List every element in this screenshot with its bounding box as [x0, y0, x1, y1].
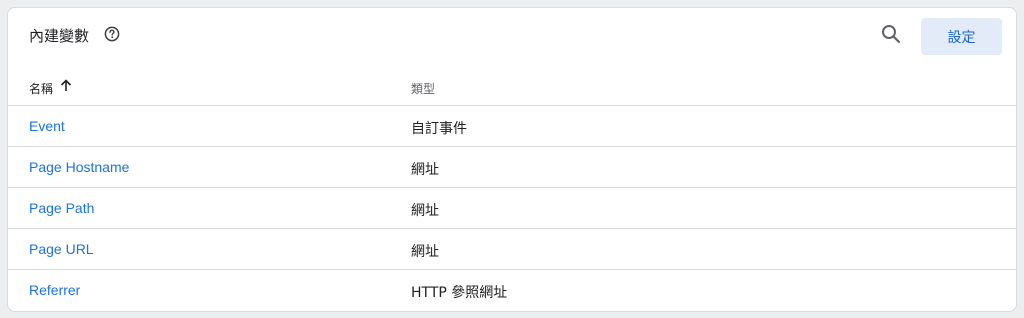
column-header-type: 類型 [411, 82, 436, 96]
card-title: 內建變數 [29, 27, 90, 45]
table-header: 名稱 類型 [8, 65, 1016, 106]
variable-type: 網址 [411, 203, 439, 219]
variable-type: 網址 [411, 162, 439, 178]
variable-name-link[interactable]: Event [29, 118, 65, 134]
variable-type: 網址 [411, 244, 439, 260]
variable-name-link[interactable]: Page URL [29, 241, 94, 257]
table-row: Referrer HTTP 參照網址 [8, 270, 1016, 311]
card-header: 內建變數 設定 [8, 8, 1016, 65]
table-row: Page Path 網址 [8, 188, 1016, 229]
variables-table: 名稱 類型 Event 自訂事件 Page Hostname 網址 Page P… [8, 65, 1016, 311]
builtin-variables-card: 內建變數 設定 名稱 類型 Event 自訂事件 Page Hostname 網… [7, 7, 1017, 312]
help-icon[interactable] [104, 26, 120, 42]
table-row: Event 自訂事件 [8, 106, 1016, 147]
sort-ascending-icon[interactable] [60, 79, 72, 92]
configure-button[interactable]: 設定 [921, 18, 1002, 55]
column-header-name[interactable]: 名稱 [29, 80, 53, 97]
variable-name-link[interactable]: Page Path [29, 200, 94, 216]
variable-type: HTTP 參照網址 [411, 285, 508, 301]
variable-name-link[interactable]: Page Hostname [29, 159, 129, 175]
search-icon[interactable] [880, 23, 902, 45]
table-row: Page Hostname 網址 [8, 147, 1016, 188]
variable-name-link[interactable]: Referrer [29, 282, 80, 298]
variable-type: 自訂事件 [411, 121, 467, 137]
table-row: Page URL 網址 [8, 229, 1016, 270]
